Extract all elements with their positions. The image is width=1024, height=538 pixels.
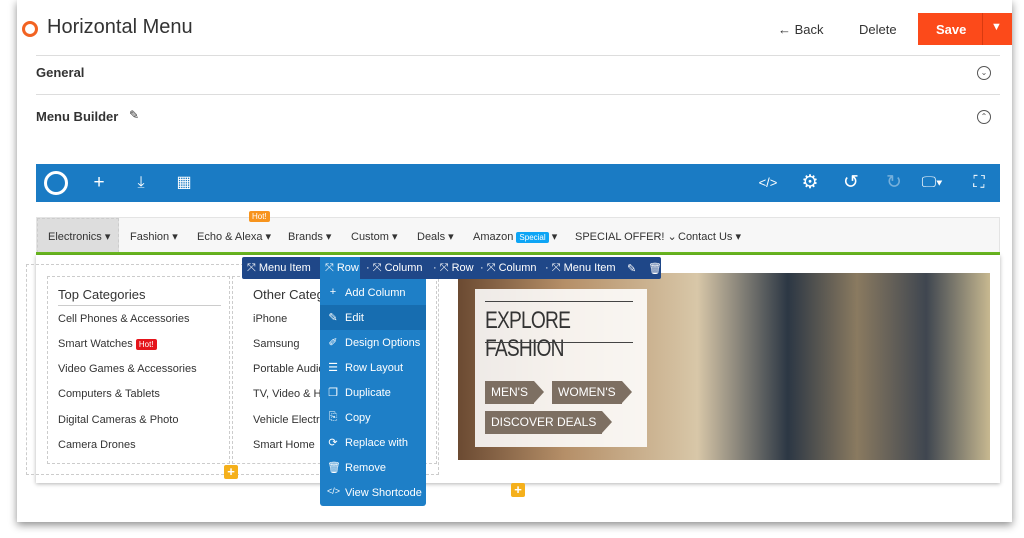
menu-item-custom[interactable]: Custom ▾ bbox=[351, 230, 397, 243]
crumb-menu-item[interactable]: · ⤧ Menu Item bbox=[545, 262, 616, 275]
logo-icon[interactable] bbox=[44, 171, 68, 195]
special-badge: Special bbox=[516, 232, 549, 243]
breadcrumb: ⤧ Menu Item ⤧ Row · ⤧ Column · ⤧ Row · ⤧… bbox=[242, 257, 662, 279]
link-item[interactable]: Portable Audio bbox=[253, 363, 325, 375]
womens-tag[interactable]: WOMEN'S bbox=[552, 381, 632, 404]
menu-remove[interactable]: 🗑 Remove bbox=[320, 455, 426, 480]
link-item[interactable]: Video Games & Accessories bbox=[58, 363, 197, 375]
back-label: Back bbox=[794, 22, 824, 37]
column-top-categories: Top Categories Cell Phones & Accessories… bbox=[47, 276, 230, 464]
link-item[interactable]: Smart Home bbox=[253, 439, 315, 451]
layout-icon[interactable]: ▦ bbox=[172, 172, 196, 194]
discover-deals-tag[interactable]: DISCOVER DEALS bbox=[485, 411, 613, 434]
menu-row-layout[interactable]: ☰ Row Layout bbox=[320, 355, 426, 380]
monitor-icon[interactable]: 🖵▾ bbox=[920, 172, 944, 194]
delete-button[interactable]: Delete bbox=[859, 22, 897, 37]
logo-icon bbox=[22, 21, 38, 37]
menu-replace-with[interactable]: ⟳ Replace with bbox=[320, 430, 426, 455]
menu-item-fashion[interactable]: Fashion ▾ bbox=[130, 230, 178, 243]
rows-icon: ☰ bbox=[328, 362, 338, 374]
duplicate-icon: ❐ bbox=[328, 387, 338, 399]
menu-item-electronics[interactable]: Electronics ▾ bbox=[48, 230, 110, 243]
menu-item-echo-alexa[interactable]: Echo & Alexa ▾ bbox=[197, 230, 271, 243]
link-item[interactable]: Computers & Tablets bbox=[58, 388, 160, 400]
code-icon: </> bbox=[327, 486, 341, 496]
save-label: Save bbox=[936, 22, 967, 37]
menu-item-amazon[interactable]: Amazon Special ▾ bbox=[473, 230, 557, 243]
download-icon[interactable]: ⤓ bbox=[129, 172, 153, 194]
back-button[interactable]: ← Back bbox=[778, 22, 824, 37]
menu-view-shortcode[interactable]: </> View Shortcode bbox=[320, 480, 426, 505]
link-item[interactable]: Digital Cameras & Photo bbox=[58, 414, 178, 426]
pencil-icon[interactable]: ✎ bbox=[627, 262, 636, 275]
hot-badge: Hot! bbox=[135, 339, 157, 350]
menu-bar: Electronics ▾ Fashion ▾ Echo & Alexa ▾ H… bbox=[36, 211, 1000, 253]
menu-edit[interactable]: ✎ Edit bbox=[320, 305, 426, 330]
page-title: Horizontal Menu bbox=[47, 16, 193, 38]
crumb-column[interactable]: · ⤧ Column bbox=[366, 262, 422, 275]
divider bbox=[36, 94, 1000, 95]
chevron-up-icon[interactable]: ⌃ bbox=[977, 110, 991, 124]
menu-copy[interactable]: ⎘ Copy bbox=[320, 405, 426, 430]
column-heading: Top Categories bbox=[58, 287, 146, 302]
menu-item-special-offer[interactable]: SPECIAL OFFER! ⌄ bbox=[575, 230, 677, 243]
trash-icon: 🗑 bbox=[327, 462, 341, 474]
context-menu: + Add Column ✎ Edit ✐ Design Options ☰ Row L… bbox=[320, 279, 426, 506]
plus-icon: + bbox=[329, 286, 337, 298]
menu-item-contact-us[interactable]: Contact Us ▾ bbox=[678, 230, 741, 243]
menu-design-options[interactable]: ✐ Design Options bbox=[320, 330, 426, 355]
link-item[interactable]: Cell Phones & Accessories bbox=[58, 313, 189, 325]
builder-toolbar: + ⤓ ▦ </> ⚙ ↺ ↻ 🖵▾ ⛶ bbox=[36, 164, 1000, 202]
gear-icon[interactable]: ⚙ bbox=[798, 172, 822, 194]
add-row-button[interactable]: + bbox=[511, 483, 525, 497]
caret-down-icon[interactable]: ▼ bbox=[991, 21, 1002, 33]
redo-icon[interactable]: ↻ bbox=[882, 172, 906, 194]
section-menu-builder[interactable]: Menu Builder bbox=[36, 109, 118, 124]
crumb-row[interactable]: · ⤧ Row bbox=[433, 262, 474, 275]
menu-item-brands[interactable]: Brands ▾ bbox=[288, 230, 331, 243]
arrow-left-icon: ← bbox=[778, 22, 791, 37]
fullscreen-icon[interactable]: ⛶ bbox=[967, 172, 991, 194]
section-general[interactable]: General bbox=[36, 65, 84, 80]
copy-icon: ⎘ bbox=[328, 411, 338, 423]
crumb-menu-item[interactable]: ⤧ Menu Item bbox=[247, 262, 311, 275]
add-row-button[interactable]: + bbox=[224, 465, 238, 479]
banner-box: EXPLORE FASHION MEN'S WOMEN'S DISCOVER D… bbox=[475, 289, 647, 447]
link-item[interactable]: Smart Watches Hot! bbox=[58, 338, 157, 350]
divider bbox=[36, 55, 1000, 56]
banner-image[interactable]: EXPLORE FASHION MEN'S WOMEN'S DISCOVER D… bbox=[458, 273, 990, 460]
menu-item-deals[interactable]: Deals ▾ bbox=[417, 230, 454, 243]
save-button[interactable]: Save ▼ bbox=[918, 13, 1012, 45]
trash-icon[interactable]: 🗑 bbox=[648, 262, 662, 275]
link-item[interactable]: iPhone bbox=[253, 313, 287, 325]
crumb-row[interactable]: ⤧ Row bbox=[325, 262, 359, 275]
pencil-icon[interactable]: ✎ bbox=[129, 108, 139, 122]
link-item[interactable]: Vehicle Electro bbox=[253, 414, 326, 426]
plus-icon[interactable]: + bbox=[87, 172, 111, 194]
link-item[interactable]: Samsung bbox=[253, 338, 299, 350]
crumb-column[interactable]: · ⤧ Column bbox=[480, 262, 536, 275]
link-item[interactable]: TV, Video & Ho bbox=[253, 388, 328, 400]
banner-title: EXPLORE FASHION bbox=[485, 307, 571, 362]
chevron-down-icon[interactable]: ⌄ bbox=[977, 66, 991, 80]
hot-badge: Hot! bbox=[249, 211, 270, 222]
pencil-icon: ✎ bbox=[328, 312, 338, 324]
link-item[interactable]: Camera Drones bbox=[58, 439, 136, 451]
code-icon[interactable]: </> bbox=[756, 172, 780, 194]
refresh-icon: ⟳ bbox=[328, 437, 338, 449]
undo-icon[interactable]: ↺ bbox=[839, 172, 863, 194]
menu-add-column[interactable]: + Add Column bbox=[320, 280, 426, 305]
brush-icon: ✐ bbox=[328, 337, 338, 349]
mens-tag[interactable]: MEN'S bbox=[485, 381, 544, 404]
menu-duplicate[interactable]: ❐ Duplicate bbox=[320, 380, 426, 405]
